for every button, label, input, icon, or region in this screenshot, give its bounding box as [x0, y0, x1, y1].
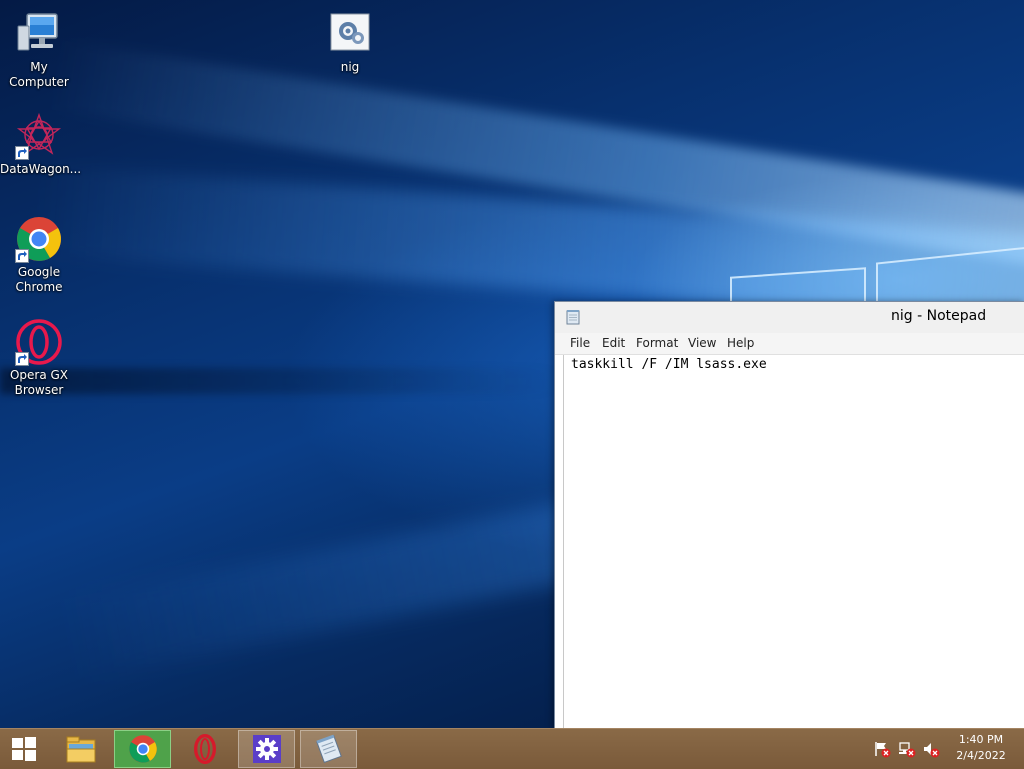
file-explorer-icon — [66, 736, 95, 763]
text-editor[interactable]: taskkill /F /IM lsass.exe — [563, 355, 1024, 728]
menu-view[interactable]: View — [688, 336, 716, 350]
notepad-icon — [315, 734, 342, 764]
menu-help[interactable]: Help — [727, 336, 754, 350]
shortcut-arrow-icon — [15, 249, 29, 263]
desktop[interactable]: My Computer nig DataWagon... Google Chro… — [0, 0, 1024, 728]
editor-content: taskkill /F /IM lsass.exe — [571, 357, 767, 372]
taskbar-settings[interactable] — [238, 730, 295, 768]
start-button[interactable] — [0, 730, 48, 768]
wallpaper-shadow-band — [0, 368, 560, 394]
window-title: nig - Notepad — [891, 308, 987, 324]
clock-date: 2/4/2022 — [956, 749, 1006, 762]
desktop-icon-opera-gx[interactable]: Opera GX Browser — [0, 318, 78, 398]
taskbar-notepad[interactable] — [300, 730, 357, 768]
menu-edit[interactable]: Edit — [602, 336, 625, 350]
menu-bar: File Edit Format View Help — [555, 333, 1024, 355]
clock-time: 1:40 PM — [958, 733, 1004, 746]
opera-gx-icon — [15, 318, 63, 366]
notepad-titlebar[interactable]: nig - Notepad — [555, 302, 1024, 333]
volume-muted-icon[interactable] — [922, 740, 940, 758]
menu-file[interactable]: File — [570, 336, 590, 350]
taskbar-chrome[interactable] — [114, 730, 171, 768]
shortcut-arrow-icon — [15, 352, 29, 366]
taskbar — [0, 728, 1024, 769]
notepad-window[interactable]: nig - Notepad File Edit Format View Help… — [554, 301, 1024, 728]
desktop-icon-label: nig — [340, 60, 360, 74]
desktop-icon-label: DataWagon... — [0, 162, 82, 176]
start-icon — [12, 737, 36, 761]
shortcut-arrow-icon — [15, 146, 29, 160]
computer-icon — [15, 10, 63, 58]
desktop-icon-nig[interactable]: nig — [311, 10, 389, 75]
network-icon[interactable] — [898, 740, 916, 758]
chrome-icon — [15, 215, 63, 263]
desktop-icon-datawagon[interactable]: DataWagon... — [0, 112, 82, 177]
taskbar-opera[interactable] — [176, 730, 233, 768]
settings-icon — [252, 735, 281, 763]
desktop-icon-label: My Computer — [9, 60, 69, 89]
desktop-icon-my-computer[interactable]: My Computer — [0, 10, 78, 90]
datawagon-icon — [15, 112, 63, 160]
notepad-icon — [566, 310, 580, 325]
opera-icon — [193, 734, 216, 764]
wallpaper-light-beam — [49, 40, 1024, 282]
taskbar-file-explorer[interactable] — [52, 730, 109, 768]
action-center-flag-icon[interactable] — [873, 740, 891, 758]
desktop-icon-label: Google Chrome — [15, 265, 63, 294]
chrome-icon — [128, 735, 157, 763]
menu-format[interactable]: Format — [636, 336, 678, 350]
desktop-icon-label: Opera GX Browser — [9, 368, 69, 397]
system-clock[interactable]: 1:40 PM 2/4/2022 — [950, 732, 1012, 764]
settings-file-icon — [326, 10, 374, 58]
desktop-icon-google-chrome[interactable]: Google Chrome — [0, 215, 78, 295]
